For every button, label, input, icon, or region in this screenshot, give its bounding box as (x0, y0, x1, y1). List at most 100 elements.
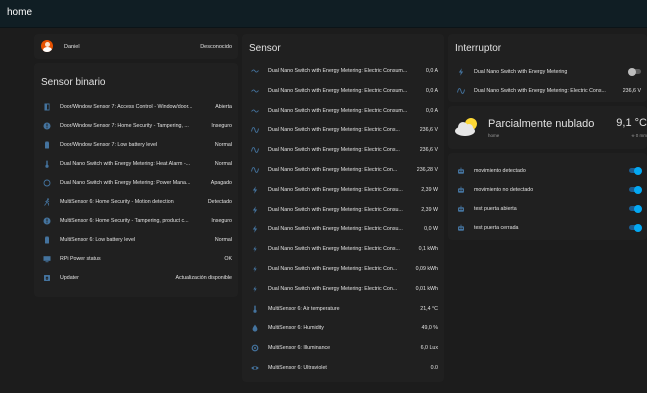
alert-circle-icon-slot (34, 122, 60, 130)
sine-icon (251, 167, 259, 173)
entity-state: 0,0 A (425, 68, 438, 74)
sensor-row[interactable]: Dual Nano Switch with Energy Metering: E… (242, 219, 444, 239)
sensor-row[interactable]: Dual Nano Switch with Energy Metering: E… (242, 200, 444, 220)
entity-name: test puerta cerrada (474, 225, 519, 231)
entity-name: Updater (60, 275, 79, 281)
entity-name: Dual Nano Switch with Energy Metering: H… (60, 161, 191, 167)
card-title: Sensor (249, 43, 281, 54)
entity-state: 236,6 V (622, 88, 641, 94)
entity-name: movimiento no detectado (474, 187, 534, 193)
toggle-switch[interactable] (629, 223, 642, 232)
entity-name: Dual Nano Switch with Energy Metering: E… (268, 186, 403, 193)
binary-sensor-row[interactable]: Door/Window Sensor 7: Home Security - Ta… (34, 116, 238, 136)
toggle-switch[interactable] (629, 166, 642, 175)
toggle-switch[interactable] (629, 185, 642, 194)
sensor-row[interactable]: Dual Nano Switch with Energy Metering: E… (242, 180, 444, 200)
sensor-row[interactable]: Dual Nano Switch with Energy Metering: E… (242, 140, 444, 160)
eye-icon-slot (242, 364, 268, 372)
binary-sensor-row[interactable]: MultiSensor 6: Home Security - Tampering… (34, 211, 238, 231)
entity-state: 236,6 V (419, 127, 438, 134)
robot-icon (458, 205, 464, 212)
entity-name: Dual Nano Switch with Energy Metering: E… (268, 107, 408, 114)
sensor-row[interactable]: Dual Nano Switch with Energy Metering: E… (242, 279, 444, 299)
binary-sensor-row[interactable]: Door/Window Sensor 7: Low battery level N… (34, 135, 238, 155)
robot-icon-slot (448, 224, 474, 232)
entity-name: MultiSensor 6: Low battery level (60, 237, 136, 243)
sensor-row[interactable]: Dual Nano Switch with Energy Metering: E… (242, 101, 444, 121)
binary-sensor-row[interactable]: MultiSensor 6: Low battery level Normal (34, 230, 238, 250)
sensor-row[interactable]: Dual Nano Switch with Energy Metering: E… (242, 160, 444, 180)
person-name[interactable]: Daniel (64, 44, 80, 50)
automation-row[interactable]: test puerta abierta (448, 199, 647, 219)
thermometer-icon (253, 305, 257, 313)
sensor-row[interactable]: Dual Nano Switch with Energy Metering: E… (242, 81, 444, 101)
entity-name: Door/Window Sensor 7: Low battery level (60, 142, 158, 148)
switch-row[interactable]: Dual Nano Switch with Energy Metering: E… (448, 81, 647, 101)
water-drop-icon (252, 324, 258, 332)
entity-state: 2,39 W (421, 186, 438, 193)
sensor-row[interactable]: MultiSensor 6: Air temperature 21,4 °C (242, 299, 444, 319)
binary-sensor-row[interactable]: Dual Nano Switch with Energy Metering: P… (34, 173, 238, 193)
battery-icon-slot (34, 141, 60, 149)
sensor-row[interactable]: Dual Nano Switch with Energy Metering: E… (242, 120, 444, 140)
entity-state: Normal (214, 237, 232, 243)
wind-icon: ⟡ (631, 133, 635, 138)
sensor-row[interactable]: MultiSensor 6: Ultraviolet 0.0 (242, 358, 444, 378)
binary-sensor-row[interactable]: RPi Power status OK (34, 249, 238, 269)
package-up-icon-slot (34, 274, 60, 282)
entity-state: 21,4 °C (420, 305, 438, 312)
sensor-card: Sensor Dual Nano Switch with Energy Mete… (242, 34, 444, 382)
battery-icon (45, 141, 49, 149)
entity-state: 0,1 kWh (418, 246, 438, 253)
entity-state: Actualización disponible (175, 275, 232, 281)
sine-icon-slot (242, 126, 268, 134)
robot-icon (458, 224, 464, 231)
entity-state: Abierta (215, 104, 232, 110)
entity-name: MultiSensor 6: Home Security - Motion de… (60, 199, 174, 205)
automation-row[interactable]: movimiento detectado (448, 161, 647, 181)
toggle-switch[interactable] (628, 67, 641, 76)
entity-name: MultiSensor 6: Illuminance (268, 345, 331, 352)
entity-state: 2,39 W (421, 206, 438, 213)
entity-state: Normal (214, 161, 232, 167)
binary-sensor-row[interactable]: Updater Actualización disponible (34, 268, 238, 288)
flash-icon-slot (242, 186, 268, 194)
weather-wind: ⟡ 0 mm (631, 133, 647, 138)
entity-name: Dual Nano Switch with Energy Metering: P… (60, 180, 191, 186)
binary-sensor-row[interactable]: MultiSensor 6: Home Security - Motion de… (34, 192, 238, 212)
person-state: Desconocido (200, 44, 232, 50)
binary-sensor-row[interactable]: Dual Nano Switch with Energy Metering: H… (34, 154, 238, 174)
package-up-icon (44, 275, 50, 281)
sensor-row[interactable]: MultiSensor 6: Illuminance 6,0 Lux (242, 338, 444, 358)
flash-small-icon-slot (242, 285, 268, 293)
sensor-row[interactable]: Dual Nano Switch with Energy Metering: E… (242, 259, 444, 279)
card-title: Sensor binario (41, 77, 106, 88)
view-tab-home[interactable]: home (7, 7, 32, 18)
sensor-row[interactable]: Dual Nano Switch with Energy Metering: E… (242, 239, 444, 259)
sensor-row[interactable]: MultiSensor 6: Humidity 49,0 % (242, 318, 444, 338)
flash-small-icon (253, 266, 257, 272)
sine-icon (251, 147, 259, 154)
avatar[interactable] (41, 40, 53, 52)
binary-sensor-row[interactable]: Door/Window Sensor 7: Access Control - W… (34, 97, 238, 117)
entity-state: 236,6 V (419, 147, 438, 154)
flash-icon (252, 205, 258, 214)
toggle-switch[interactable] (629, 204, 642, 213)
automation-row[interactable]: test puerta cerrada (448, 218, 647, 238)
robot-icon-slot (448, 205, 474, 213)
automation-row[interactable]: movimiento no detectado (448, 180, 647, 200)
alert-circle-icon (43, 217, 51, 225)
switch-row[interactable]: Dual Nano Switch with Energy Metering (448, 62, 647, 82)
weather-card[interactable]: Parcialmente nublado home 9,1 °C ⟡ 0 mm (448, 106, 647, 149)
entity-name: Dual Nano Switch with Energy Metering: E… (268, 167, 398, 173)
robot-icon (458, 186, 464, 193)
entity-state: 49,0 % (421, 325, 439, 332)
card-title: Interruptor (455, 43, 502, 54)
alert-circle-icon-slot (34, 217, 60, 225)
sensor-row[interactable]: Dual Nano Switch with Energy Metering: E… (242, 61, 444, 81)
wave-icon-slot (242, 67, 268, 75)
monitor-icon-slot (34, 255, 60, 263)
entity-name: Dual Nano Switch with Energy Metering: E… (268, 68, 408, 74)
entity-state: Detectado (207, 199, 232, 205)
toggle-knob (634, 223, 642, 232)
